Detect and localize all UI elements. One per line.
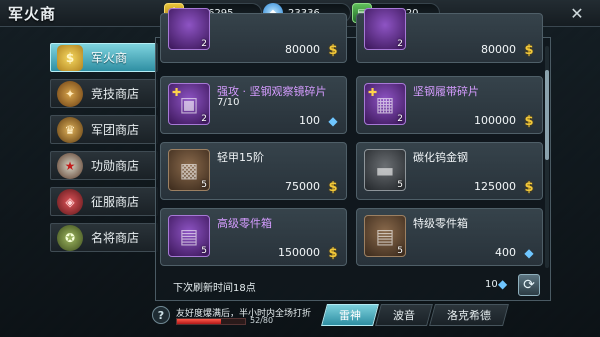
- item-thumbnail: ▤ 5: [364, 215, 406, 257]
- scrollbar-thumb[interactable]: [545, 70, 549, 160]
- item-price: 150000: [278, 246, 320, 259]
- menu-item-label: 名将商店: [91, 231, 140, 245]
- gem-icon: ◆: [498, 277, 508, 291]
- tab-label: 雷神: [339, 309, 361, 322]
- medal-icon: ✪: [57, 224, 83, 251]
- gold-coin-icon: $: [328, 42, 338, 58]
- trophy-icon: ♛: [57, 116, 83, 143]
- item-price: 75000: [285, 180, 320, 193]
- tab-boeing[interactable]: 波音: [375, 304, 433, 326]
- gold-coin-icon: $: [524, 113, 534, 129]
- item-price: 125000: [474, 180, 516, 193]
- item-count: 5: [397, 180, 403, 190]
- vendor-tabs: 雷神 波音 洛克希德: [321, 304, 509, 326]
- item-thumbnail: ▦ ✚ 2: [364, 83, 406, 125]
- item-count: 2: [201, 114, 207, 124]
- item-name: 特级零件箱: [413, 217, 468, 230]
- menu-item-arena-shop[interactable]: ✦ 竞技商店: [50, 79, 158, 108]
- friendship-progress-fill: [177, 319, 222, 324]
- item-name: 轻甲15阶: [217, 151, 264, 164]
- menu-item-label: 竞技商店: [91, 87, 140, 101]
- item-card[interactable]: ▬ 5 碳化钨金钢 125000 $: [356, 142, 543, 200]
- menu-item-label: 军团商店: [91, 123, 140, 137]
- tab-thor[interactable]: 雷神: [321, 304, 379, 326]
- item-price: 100000: [474, 114, 516, 127]
- friendship-progress-bar: [176, 318, 246, 325]
- menu-item-legion-shop[interactable]: ♛ 军团商店: [50, 115, 158, 144]
- shop-menu: $ 军火商 ✦ 竞技商店 ♛ 军团商店 ★ 功勋商店 ◈ 征服商店 ✪ 名将商店: [50, 43, 158, 259]
- item-price: 100: [299, 114, 320, 127]
- item-thumbnail: 2: [364, 8, 406, 50]
- item-count: 2: [397, 114, 403, 124]
- friendship-count: 52/80: [250, 316, 274, 325]
- star-icon: ★: [57, 152, 83, 179]
- item-thumbnail: ▣ ✚ 2: [168, 83, 210, 125]
- item-progress: 7/10: [217, 97, 240, 108]
- item-card[interactable]: 2 80000 $: [160, 8, 347, 63]
- item-count: 5: [397, 246, 403, 256]
- item-count: 2: [201, 39, 207, 49]
- gem-icon: ◆: [328, 114, 338, 128]
- item-thumbnail: ▩ 5: [168, 149, 210, 191]
- item-card[interactable]: ▤ 5 特级零件箱 400 ◆: [356, 208, 543, 266]
- item-count: 5: [201, 246, 207, 256]
- fragment-plus-icon: ✚: [368, 86, 378, 99]
- gold-coin-icon: $: [328, 245, 338, 261]
- refresh-time-label: 下次刷新时间18点: [173, 283, 256, 294]
- fragment-plus-icon: ✚: [172, 86, 182, 99]
- item-card[interactable]: 2 80000 $: [356, 8, 543, 63]
- menu-item-arms-dealer[interactable]: $ 军火商: [50, 43, 158, 72]
- refresh-cost: 10: [485, 279, 498, 290]
- tab-label: 洛克希德: [447, 309, 491, 322]
- item-thumbnail: 2: [168, 8, 210, 50]
- menu-item-label: 军火商: [91, 51, 128, 65]
- item-name: 坚钢履带碎片: [413, 85, 479, 98]
- tab-label: 波音: [393, 309, 415, 322]
- shield-icon: ◈: [57, 188, 83, 215]
- menu-item-conquest-shop[interactable]: ◈ 征服商店: [50, 187, 158, 216]
- menu-item-label: 功勋商店: [91, 159, 140, 173]
- item-name: 碳化钨金钢: [413, 151, 468, 164]
- item-card[interactable]: ▩ 5 轻甲15阶 75000 $: [160, 142, 347, 200]
- item-count: 5: [201, 180, 207, 190]
- item-price: 400: [495, 246, 516, 259]
- gem-icon: ◆: [524, 246, 534, 260]
- refresh-button[interactable]: ⟳: [518, 274, 540, 296]
- item-count: 2: [397, 39, 403, 49]
- item-thumbnail: ▤ 5: [168, 215, 210, 257]
- menu-item-general-shop[interactable]: ✪ 名将商店: [50, 223, 158, 252]
- menu-item-merit-shop[interactable]: ★ 功勋商店: [50, 151, 158, 180]
- item-price: 80000: [481, 43, 516, 56]
- dollar-icon: $: [57, 44, 83, 71]
- emblem-icon: ✦: [57, 80, 83, 107]
- close-button[interactable]: ✕: [566, 6, 588, 22]
- item-card[interactable]: ▦ ✚ 2 坚钢履带碎片 100000 $: [356, 76, 543, 134]
- gold-coin-icon: $: [524, 42, 534, 58]
- page-title: 军火商: [8, 5, 57, 23]
- help-icon[interactable]: ?: [152, 306, 170, 324]
- item-card[interactable]: ▣ ✚ 2 强攻 · 坚钢观察镜碎片 7/10 100 ◆: [160, 76, 347, 134]
- menu-item-label: 征服商店: [91, 195, 140, 209]
- item-name: 高级零件箱: [217, 217, 272, 230]
- tab-lockheed[interactable]: 洛克希德: [429, 304, 509, 326]
- item-price: 80000: [285, 43, 320, 56]
- item-card[interactable]: ▤ 5 高级零件箱 150000 $: [160, 208, 347, 266]
- item-thumbnail: ▬ 5: [364, 149, 406, 191]
- gold-coin-icon: $: [524, 179, 534, 195]
- gold-coin-icon: $: [328, 179, 338, 195]
